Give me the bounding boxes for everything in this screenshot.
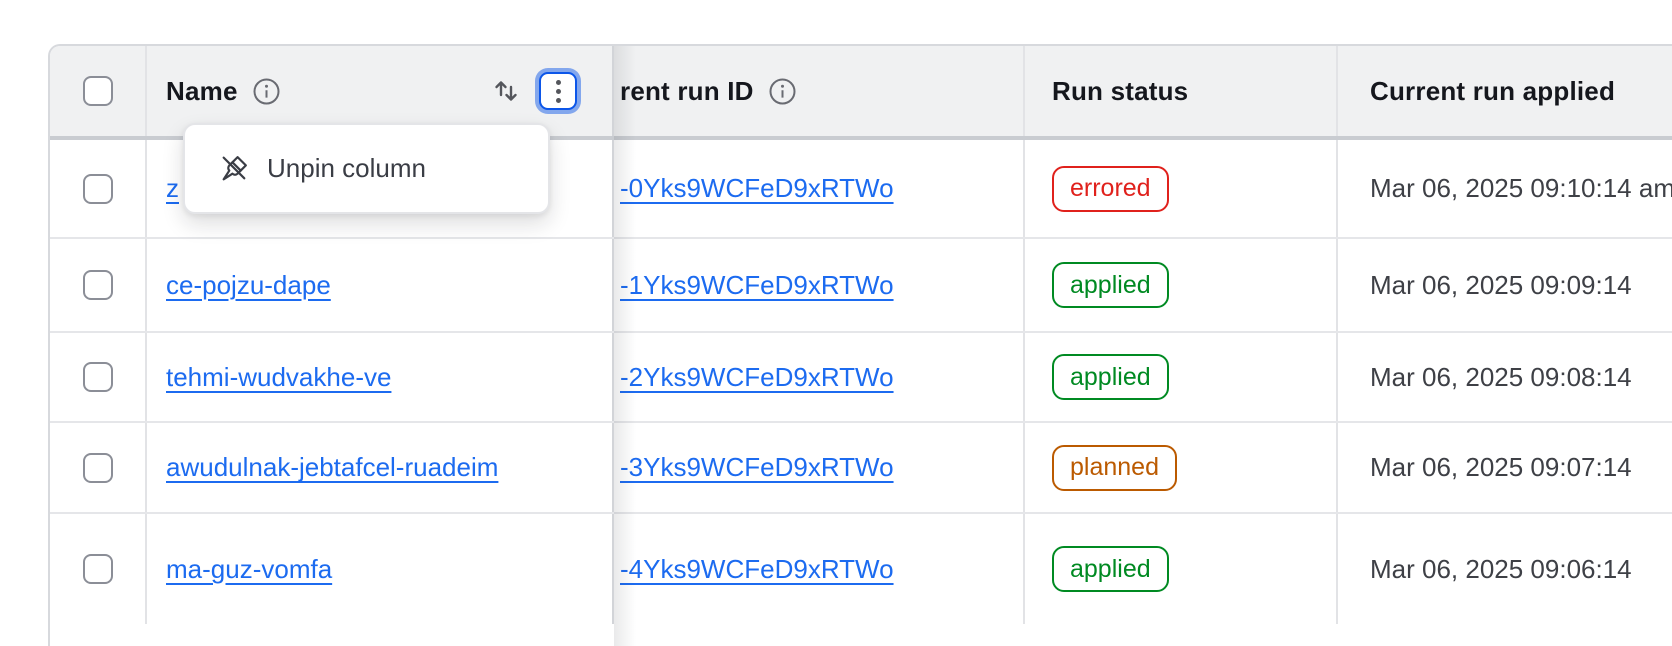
menu-item-label: Unpin column bbox=[267, 153, 426, 184]
run-id-link[interactable]: -3Yks9WCFeD9xRTWo bbox=[620, 452, 894, 483]
row-checkbox[interactable] bbox=[83, 362, 113, 392]
run-id-link[interactable]: -1Yks9WCFeD9xRTWo bbox=[620, 270, 894, 301]
header-run-status-cell: Run status bbox=[1025, 46, 1338, 136]
workspace-name-link[interactable]: awudulnak-jebtafcel-ruadeim bbox=[166, 452, 498, 483]
current-run-applied-column-label: Current run applied bbox=[1370, 76, 1615, 107]
info-icon[interactable] bbox=[768, 77, 797, 106]
table-row: awudulnak-jebtafcel-ruadeim -3Yks9WCFeD9… bbox=[50, 423, 1672, 514]
row-checkbox[interactable] bbox=[83, 270, 113, 300]
pin-off-icon bbox=[219, 153, 250, 184]
menu-item-unpin-column[interactable]: Unpin column bbox=[185, 125, 548, 212]
info-icon[interactable] bbox=[252, 77, 281, 106]
run-id-column-label: rent run ID bbox=[620, 76, 754, 107]
header-current-run-applied-cell: Current run applied bbox=[1338, 46, 1672, 136]
status-badge: applied bbox=[1052, 546, 1169, 592]
applied-timestamp: Mar 06, 2025 09:09:14 bbox=[1370, 270, 1632, 301]
header-run-id-cell: rent run ID bbox=[614, 46, 1025, 136]
run-id-link[interactable]: -4Yks9WCFeD9xRTWo bbox=[620, 554, 894, 585]
status-badge: planned bbox=[1052, 445, 1177, 491]
sort-icon[interactable] bbox=[491, 76, 521, 106]
name-column-label: Name bbox=[166, 76, 238, 107]
table-row: ma-guz-vomfa -4Yks9WCFeD9xRTWo applied M… bbox=[50, 514, 1672, 624]
row-checkbox[interactable] bbox=[83, 174, 113, 204]
header-select-cell bbox=[50, 46, 147, 136]
row-checkbox[interactable] bbox=[83, 554, 113, 584]
workspace-name-link[interactable]: ma-guz-vomfa bbox=[166, 554, 332, 585]
applied-timestamp: Mar 06, 2025 09:10:14 am bbox=[1370, 173, 1672, 204]
run-status-column-label: Run status bbox=[1052, 76, 1188, 107]
status-badge: errored bbox=[1052, 166, 1169, 212]
workspace-name-link[interactable]: tehmi-wudvakhe-ve bbox=[166, 362, 391, 393]
row-checkbox[interactable] bbox=[83, 453, 113, 483]
select-all-checkbox[interactable] bbox=[83, 76, 113, 106]
run-id-link[interactable]: -0Yks9WCFeD9xRTWo bbox=[620, 173, 894, 204]
table-row: tehmi-wudvakhe-ve -2Yks9WCFeD9xRTWo appl… bbox=[50, 333, 1672, 423]
status-badge: applied bbox=[1052, 354, 1169, 400]
workspace-name-link[interactable]: ce-pojzu-dape bbox=[166, 270, 331, 301]
applied-timestamp: Mar 06, 2025 09:06:14 bbox=[1370, 554, 1632, 585]
status-badge: applied bbox=[1052, 262, 1169, 308]
column-options-dropdown: Unpin column bbox=[183, 123, 550, 214]
table-row: ce-pojzu-dape -1Yks9WCFeD9xRTWo applied … bbox=[50, 239, 1672, 333]
applied-timestamp: Mar 06, 2025 09:07:14 bbox=[1370, 452, 1632, 483]
run-id-link[interactable]: -2Yks9WCFeD9xRTWo bbox=[620, 362, 894, 393]
workspace-name-link[interactable]: z bbox=[166, 173, 179, 204]
applied-timestamp: Mar 06, 2025 09:08:14 bbox=[1370, 362, 1632, 393]
column-options-kebab-button[interactable] bbox=[539, 72, 577, 110]
